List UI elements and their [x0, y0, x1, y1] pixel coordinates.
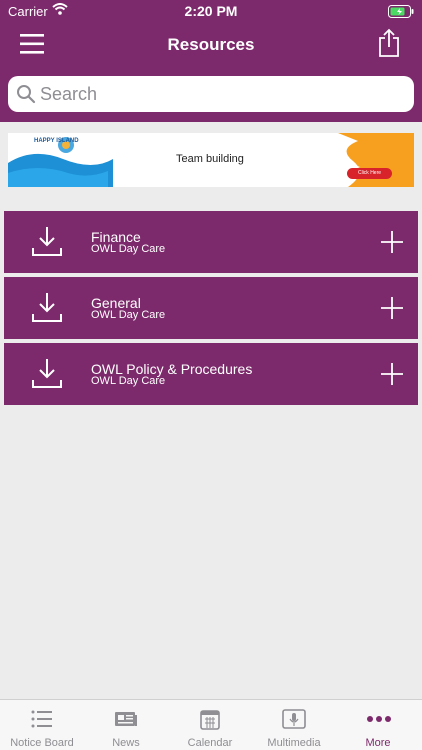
search-icon: [16, 84, 36, 109]
tab-label: News: [112, 737, 140, 749]
banner-text: Team building: [176, 153, 244, 165]
download-icon: [30, 290, 64, 329]
expand-plus-icon[interactable]: [380, 230, 404, 259]
more-dots-icon: [366, 708, 391, 730]
banner-click-here-button[interactable]: Click Here: [347, 168, 392, 179]
tab-label: Multimedia: [267, 737, 321, 749]
download-icon: [30, 224, 64, 263]
navigation-bar: Resources: [0, 24, 422, 68]
calendar-icon: [198, 708, 222, 730]
resource-row-finance[interactable]: Finance OWL Day Care: [4, 211, 418, 273]
tab-more[interactable]: More: [336, 700, 420, 750]
search-input[interactable]: [40, 78, 400, 110]
list-icon: [30, 708, 54, 730]
expand-plus-icon[interactable]: [380, 362, 404, 391]
resource-row-policy[interactable]: OWL Policy & Procedures OWL Day Care: [4, 343, 418, 405]
share-icon[interactable]: [376, 28, 402, 58]
tab-notice-board[interactable]: Notice Board: [0, 700, 84, 750]
resource-subtitle: OWL Day Care: [91, 243, 166, 255]
search-bar[interactable]: [8, 76, 414, 112]
newspaper-icon: [114, 708, 138, 730]
resource-subtitle: OWL Day Care: [91, 375, 166, 387]
resource-list: Finance OWL Day Care General OWL Day Car…: [4, 211, 418, 409]
page-title: Resources: [167, 35, 255, 54]
battery-icon: [388, 5, 414, 21]
resource-row-general[interactable]: General OWL Day Care: [4, 277, 418, 339]
advertisement-banner[interactable]: HAPPY ISLAND Team building Click Here: [8, 133, 414, 187]
tab-label: Calendar: [187, 737, 233, 749]
download-icon: [30, 356, 64, 395]
microphone-icon: [282, 708, 306, 730]
tab-multimedia[interactable]: Multimedia: [252, 700, 336, 750]
tab-label: More: [365, 737, 391, 749]
tab-label: Notice Board: [10, 737, 74, 749]
carrier-label: Carrier: [8, 4, 48, 19]
hamburger-menu-icon[interactable]: [18, 31, 46, 57]
tab-news[interactable]: News: [84, 700, 168, 750]
resource-subtitle: OWL Day Care: [91, 309, 166, 321]
expand-plus-icon[interactable]: [380, 296, 404, 325]
tab-bar: Notice Board News Calendar Multimedia Mo…: [0, 699, 422, 750]
banner-logo: HAPPY ISLAND: [34, 138, 79, 144]
tab-calendar[interactable]: Calendar: [168, 700, 252, 750]
wifi-icon: [52, 3, 68, 18]
status-bar: Carrier 2:20 PM: [0, 0, 422, 24]
